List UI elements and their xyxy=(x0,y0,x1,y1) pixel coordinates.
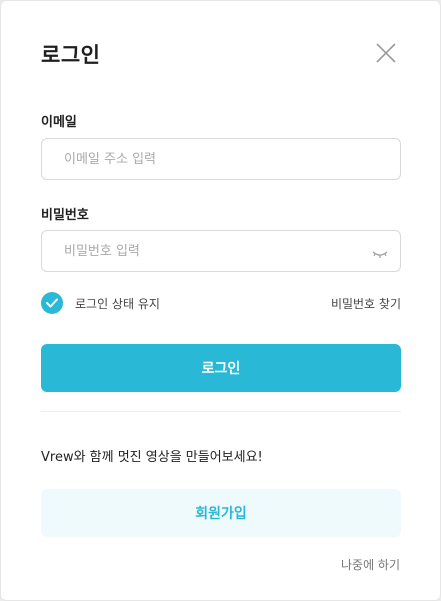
email-field-wrapper xyxy=(41,138,401,180)
keep-logged-in-checkbox[interactable] xyxy=(41,292,63,314)
close-icon[interactable] xyxy=(374,41,398,65)
email-label: 이메일 xyxy=(41,115,77,130)
password-field-wrapper xyxy=(41,230,401,272)
modal-title: 로그인 xyxy=(41,43,101,67)
promo-text: Vrew와 함께 멋진 영상을 만들어보세요! xyxy=(41,450,263,465)
keep-logged-in-label[interactable]: 로그인 상태 유지 xyxy=(75,295,160,312)
keep-logged-in-row: 로그인 상태 유지 비밀번호 찾기 xyxy=(41,291,401,315)
signup-button[interactable]: 회원가입 xyxy=(41,489,401,537)
password-field[interactable] xyxy=(42,231,400,271)
divider xyxy=(41,411,401,412)
check-icon xyxy=(46,298,58,308)
find-password-link[interactable]: 비밀번호 찾기 xyxy=(331,295,401,312)
eye-closed-icon[interactable] xyxy=(372,245,388,258)
later-link[interactable]: 나중에 하기 xyxy=(341,556,400,573)
email-field[interactable] xyxy=(42,139,400,179)
login-modal: 로그인 이메일 비밀번호 로그인 상태 유지 비밀번호 찾기 xyxy=(0,0,441,601)
login-button[interactable]: 로그인 xyxy=(41,344,401,392)
password-label: 비밀번호 xyxy=(41,208,89,223)
